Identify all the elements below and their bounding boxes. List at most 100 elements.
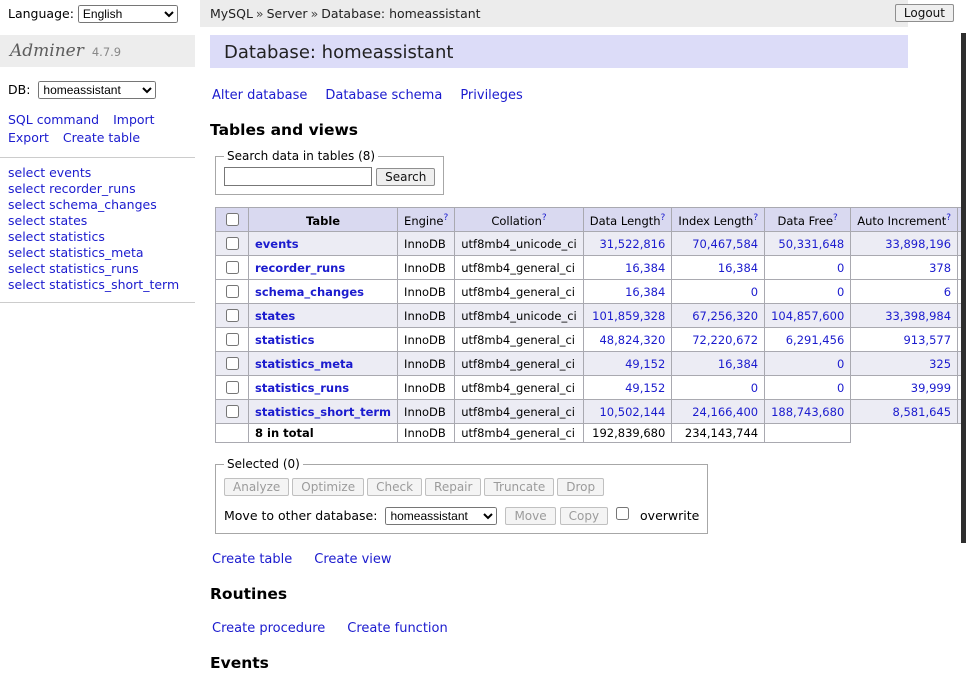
action-privileges-link[interactable]: Privileges <box>460 88 523 103</box>
sidebar-link-export[interactable]: Export <box>8 130 49 145</box>
row-checkbox[interactable] <box>226 237 239 250</box>
truncate-button[interactable]: Truncate <box>484 478 554 496</box>
analyze-button[interactable]: Analyze <box>224 478 289 496</box>
column-help-link[interactable]: ? <box>661 213 666 223</box>
auto-increment-link[interactable]: 8,581,645 <box>893 405 952 419</box>
overwrite-checkbox[interactable] <box>616 507 629 520</box>
sidebar-table-link[interactable]: select events <box>8 165 187 181</box>
index-length-link[interactable]: 0 <box>751 381 758 395</box>
row-checkbox[interactable] <box>226 357 239 370</box>
index-length-link[interactable]: 16,384 <box>718 261 758 275</box>
breadcrumb-server-link[interactable]: Server <box>267 6 308 21</box>
sidebar-link-import[interactable]: Import <box>113 112 155 127</box>
table-name-link[interactable]: statistics_short_term <box>255 405 391 419</box>
auto-increment-link[interactable]: 39,999 <box>911 381 951 395</box>
sidebar-table-link[interactable]: select statistics_short_term <box>8 277 187 293</box>
column-help-link[interactable]: ? <box>443 213 448 223</box>
data-length-link[interactable]: 48,824,320 <box>599 333 665 347</box>
row-checkbox[interactable] <box>226 261 239 274</box>
sidebar-table-link[interactable]: select schema_changes <box>8 197 187 213</box>
repair-button[interactable]: Repair <box>425 478 481 496</box>
sidebar-table-link[interactable]: select states <box>8 213 187 229</box>
data-length-link[interactable]: 31,522,816 <box>599 237 665 251</box>
data-free-cell: 0 <box>765 256 851 280</box>
table-name-link[interactable]: events <box>255 237 299 251</box>
auto-increment-link[interactable]: 378 <box>929 261 951 275</box>
index-length-link[interactable]: 67,256,320 <box>692 309 758 323</box>
search-button[interactable]: Search <box>376 168 435 186</box>
column-help-link[interactable]: ? <box>833 213 838 223</box>
row-checkbox[interactable] <box>226 285 239 298</box>
action-database-schema-link[interactable]: Database schema <box>325 88 442 103</box>
table-name-link[interactable]: statistics_runs <box>255 381 349 395</box>
table-name-link[interactable]: schema_changes <box>255 285 364 299</box>
auto-increment-link[interactable]: 33,898,196 <box>885 237 951 251</box>
sidebar-table-link[interactable]: select statistics_runs <box>8 261 187 277</box>
index-length-cell: 24,166,400 <box>672 400 765 424</box>
data-length-link[interactable]: 16,384 <box>625 261 665 275</box>
routine-create-function-link[interactable]: Create function <box>347 621 447 636</box>
row-checkbox[interactable] <box>226 381 239 394</box>
column-help-link[interactable]: ? <box>542 213 547 223</box>
search-input[interactable] <box>224 167 372 186</box>
totals-data-free <box>765 424 851 443</box>
scrollbar[interactable] <box>961 33 966 543</box>
index-length-cell: 16,384 <box>672 256 765 280</box>
auto-increment-link[interactable]: 325 <box>929 357 951 371</box>
table-name-link[interactable]: statistics_meta <box>255 357 353 371</box>
auto-increment-link[interactable]: 6 <box>944 285 951 299</box>
copy-button[interactable]: Copy <box>560 507 608 525</box>
data-free-link[interactable]: 0 <box>837 381 844 395</box>
check-button[interactable]: Check <box>367 478 422 496</box>
data-length-link[interactable]: 10,502,144 <box>599 405 665 419</box>
data-length-link[interactable]: 49,152 <box>625 381 665 395</box>
move-button[interactable]: Move <box>505 507 555 525</box>
index-length-link[interactable]: 16,384 <box>718 357 758 371</box>
index-length-link[interactable]: 0 <box>751 285 758 299</box>
drop-button[interactable]: Drop <box>557 478 604 496</box>
move-db-select[interactable]: homeassistant <box>385 507 497 525</box>
data-free-link[interactable]: 50,331,648 <box>778 237 844 251</box>
auto-increment-link[interactable]: 33,398,984 <box>885 309 951 323</box>
language-select[interactable]: English <box>78 5 178 23</box>
logout-button[interactable]: Logout <box>895 4 954 22</box>
row-checkbox[interactable] <box>226 309 239 322</box>
data-free-link[interactable]: 104,857,600 <box>771 309 844 323</box>
row-checkbox[interactable] <box>226 405 239 418</box>
collation-cell: utf8mb4_general_ci <box>455 256 584 280</box>
row-checkbox[interactable] <box>226 333 239 346</box>
footer-create-view-link[interactable]: Create view <box>314 552 391 567</box>
sidebar-table-link[interactable]: select statistics_meta <box>8 245 187 261</box>
index-length-link[interactable]: 72,220,672 <box>692 333 758 347</box>
column-help-link[interactable]: ? <box>753 213 758 223</box>
data-free-link[interactable]: 0 <box>837 357 844 371</box>
table-name-link[interactable]: statistics <box>255 333 315 347</box>
data-length-link[interactable]: 49,152 <box>625 357 665 371</box>
index-length-link[interactable]: 24,166,400 <box>692 405 758 419</box>
sidebar-table-link[interactable]: select recorder_runs <box>8 181 187 197</box>
data-free-link[interactable]: 188,743,680 <box>771 405 844 419</box>
breadcrumb-mysql-link[interactable]: MySQL <box>210 6 253 21</box>
column-help-link[interactable]: ? <box>946 213 951 223</box>
overwrite-label[interactable]: overwrite <box>640 508 699 523</box>
optimize-button[interactable]: Optimize <box>292 478 364 496</box>
sidebar-link-create-table[interactable]: Create table <box>63 130 140 145</box>
index-length-link[interactable]: 70,467,584 <box>692 237 758 251</box>
select-all-checkbox[interactable] <box>226 213 239 226</box>
data-free-link[interactable]: 0 <box>837 261 844 275</box>
collation-cell: utf8mb4_unicode_ci <box>455 232 584 256</box>
db-select[interactable]: homeassistant <box>38 81 156 99</box>
table-name-link[interactable]: states <box>255 309 295 323</box>
auto-increment-link[interactable]: 913,577 <box>903 333 951 347</box>
sidebar-link-sql-command[interactable]: SQL command <box>8 112 99 127</box>
table-name-link[interactable]: recorder_runs <box>255 261 345 275</box>
routine-create-procedure-link[interactable]: Create procedure <box>212 621 325 636</box>
data-length-link[interactable]: 101,859,328 <box>592 309 665 323</box>
data-free-link[interactable]: 0 <box>837 285 844 299</box>
footer-create-table-link[interactable]: Create table <box>212 552 292 567</box>
totals-data-length: 192,839,680 <box>583 424 672 443</box>
data-length-link[interactable]: 16,384 <box>625 285 665 299</box>
action-alter-database-link[interactable]: Alter database <box>212 88 307 103</box>
data-free-link[interactable]: 6,291,456 <box>786 333 845 347</box>
sidebar-table-link[interactable]: select statistics <box>8 229 187 245</box>
